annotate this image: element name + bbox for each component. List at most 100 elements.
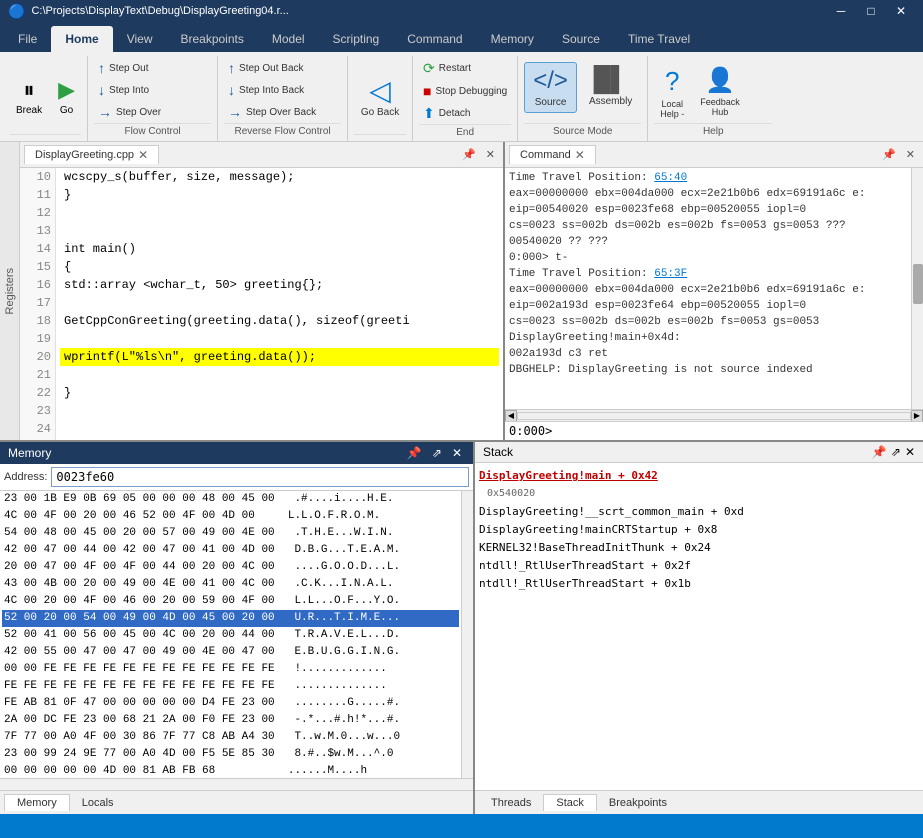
cmd-line: 002a193d c3 ret: [509, 346, 907, 362]
mem-row: 4C 00 20 00 4F 00 46 00 20 00 59 00 4F 0…: [2, 593, 459, 610]
flow-control-group: ↑ Step Out ↓ Step Into → Step Over Flow …: [88, 56, 218, 141]
command-tab-close[interactable]: ✕: [575, 148, 585, 162]
source-tab-close[interactable]: ✕: [138, 148, 148, 162]
stack-main-link[interactable]: DisplayGreeting!main + 0x42: [479, 469, 658, 482]
code-line: {: [60, 258, 499, 276]
step-out-back-button[interactable]: ↑ Step Out Back: [224, 58, 320, 78]
break-button[interactable]: ⏸ Break: [10, 73, 48, 120]
tab-home[interactable]: Home: [51, 26, 112, 52]
step-out-button[interactable]: ↑ Step Out: [94, 58, 165, 78]
step-into-button[interactable]: ↓ Step Into: [94, 80, 165, 100]
step-over-button[interactable]: → Step Over: [94, 102, 165, 122]
title-bar: 🔵 C:\Projects\DisplayText\Debug\DisplayG…: [0, 0, 923, 22]
command-scroll-thumb[interactable]: [913, 264, 923, 304]
time-pos-link-1[interactable]: 65:40: [654, 172, 687, 184]
code-line: [60, 366, 499, 384]
assembly-button[interactable]: █▌ Assembly: [581, 62, 640, 111]
command-tab[interactable]: Command ✕: [509, 145, 596, 164]
cmd-line: DisplayGreeting!main+0x4d:: [509, 330, 907, 346]
tab-memory[interactable]: Memory: [477, 26, 548, 52]
step-into-back-button[interactable]: ↓ Step Into Back: [224, 80, 320, 100]
end-group-label: End: [419, 124, 511, 140]
maximize-button[interactable]: □: [857, 0, 885, 22]
restart-button[interactable]: ⟳ Restart: [419, 58, 511, 79]
memory-close-button[interactable]: ✕: [449, 445, 465, 461]
feedback-hub-button[interactable]: 👤 FeedbackHub: [694, 62, 746, 121]
code-line: [60, 204, 499, 222]
time-pos-link-2[interactable]: 65:3F: [654, 268, 687, 280]
code-line: GetCppConGreeting(greeting.data(), sizeo…: [60, 312, 499, 330]
command-scrollbar[interactable]: [911, 168, 923, 409]
step-over-back-button[interactable]: → Step Over Back: [224, 102, 320, 122]
mem-row: 43 00 4B 00 20 00 49 00 4E 00 41 00 4C 0…: [2, 576, 459, 593]
tab-command[interactable]: Command: [393, 26, 476, 52]
tab-file[interactable]: File: [4, 26, 51, 52]
command-input[interactable]: [552, 424, 919, 438]
registers-label: Registers: [4, 268, 16, 314]
stack-tab-breakpoints[interactable]: Breakpoints: [597, 795, 679, 811]
stack-item: ntdll!_RtlUserThreadStart + 0x1b: [479, 575, 919, 593]
stack-item: DisplayGreeting!__scrt_common_main + 0xd: [479, 503, 919, 521]
cmd-line: eip=00540020 esp=0023fe68 ebp=00520055 i…: [509, 202, 907, 218]
tab-breakpoints[interactable]: Breakpoints: [166, 26, 257, 52]
code-line: [60, 330, 499, 348]
stack-pin-button[interactable]: 📌: [872, 445, 887, 459]
stack-content: DisplayGreeting!main + 0x42 0x540020 Dis…: [475, 463, 923, 790]
memory-tab-memory[interactable]: Memory: [4, 794, 70, 811]
memory-expand-button[interactable]: ⇗: [429, 445, 445, 461]
go-back-group-label: [354, 134, 406, 139]
source-button[interactable]: </> Source: [524, 62, 577, 113]
app-icon: 🔵: [8, 3, 25, 20]
detach-button[interactable]: ⬆ Detach: [419, 103, 511, 124]
close-button[interactable]: ✕: [887, 0, 915, 22]
hscroll-right[interactable]: ▶: [911, 410, 923, 422]
status-bar: [0, 814, 923, 838]
command-output: Time Travel Position: 65:40 eax=00000000…: [505, 168, 911, 409]
go-button[interactable]: ▶ Go: [52, 73, 81, 120]
stack-item: 0x540020: [487, 485, 919, 503]
break-label: Break: [16, 105, 42, 116]
mem-row: 42 00 47 00 44 00 42 00 47 00 41 00 4D 0…: [2, 542, 459, 559]
memory-content: 23 00 1B E9 0B 69 05 00 00 00 48 00 45 0…: [0, 491, 473, 778]
memory-hscrollbar[interactable]: [0, 778, 473, 790]
ribbon-tab-bar: File Home View Breakpoints Model Scripti…: [0, 22, 923, 52]
go-back-button[interactable]: ◁ Go Back: [354, 70, 406, 122]
address-input[interactable]: [51, 467, 469, 487]
stack-title: Stack: [483, 445, 513, 459]
stack-close-button[interactable]: ✕: [905, 445, 915, 459]
tab-view[interactable]: View: [113, 26, 167, 52]
tab-scripting[interactable]: Scripting: [319, 26, 394, 52]
mem-row: 00 00 FE FE FE FE FE FE FE FE FE FE FE F…: [2, 661, 459, 678]
mem-row: 00 00 00 00 00 4D 00 81 AB FB 68 ......M…: [2, 763, 459, 778]
address-bar: Address:: [0, 464, 473, 491]
code-area: 10 11 12 13 14 15 16 17 18 19 ➤ 20 21 22: [20, 168, 503, 440]
source-panel-close[interactable]: ✕: [482, 146, 499, 163]
local-help-button[interactable]: ? LocalHelp -: [654, 62, 690, 123]
hscroll-left[interactable]: ◀: [505, 410, 517, 422]
command-panel-pin[interactable]: 📌: [878, 146, 900, 163]
command-input-area: 0:000>: [505, 421, 923, 440]
stack-expand-button[interactable]: ⇗: [891, 445, 901, 459]
tab-model[interactable]: Model: [258, 26, 319, 52]
stack-tab-stack[interactable]: Stack: [543, 794, 597, 811]
minimize-button[interactable]: ─: [827, 0, 855, 22]
command-panel-close[interactable]: ✕: [902, 146, 919, 163]
memory-scrollbar[interactable]: [461, 491, 473, 778]
command-tab-label: Command: [520, 149, 571, 161]
memory-pin-button[interactable]: 📌: [404, 445, 425, 461]
stack-item: DisplayGreeting!main + 0x42: [479, 467, 919, 485]
memory-tab-locals[interactable]: Locals: [70, 795, 126, 811]
cmd-line: eax=00000000 ebx=004da000 ecx=2e21b0b6 e…: [509, 186, 907, 202]
source-panel-pin[interactable]: 📌: [458, 146, 480, 163]
stack-item: KERNEL32!BaseThreadInitThunk + 0x24: [479, 539, 919, 557]
end-group: ⟳ Restart ■ Stop Debugging ⬆ Detach End: [413, 56, 518, 141]
stack-tab-threads[interactable]: Threads: [479, 795, 543, 811]
hscroll-track[interactable]: [517, 412, 911, 420]
registers-sidebar[interactable]: Registers: [0, 142, 20, 440]
stop-debugging-button[interactable]: ■ Stop Debugging: [419, 81, 511, 101]
tab-time-travel[interactable]: Time Travel: [614, 26, 704, 52]
source-file-tab[interactable]: DisplayGreeting.cpp ✕: [24, 145, 159, 164]
tab-source[interactable]: Source: [548, 26, 614, 52]
cmd-line: eip=002a193d esp=0023fe64 ebp=00520055 i…: [509, 298, 907, 314]
code-line: [60, 402, 499, 420]
